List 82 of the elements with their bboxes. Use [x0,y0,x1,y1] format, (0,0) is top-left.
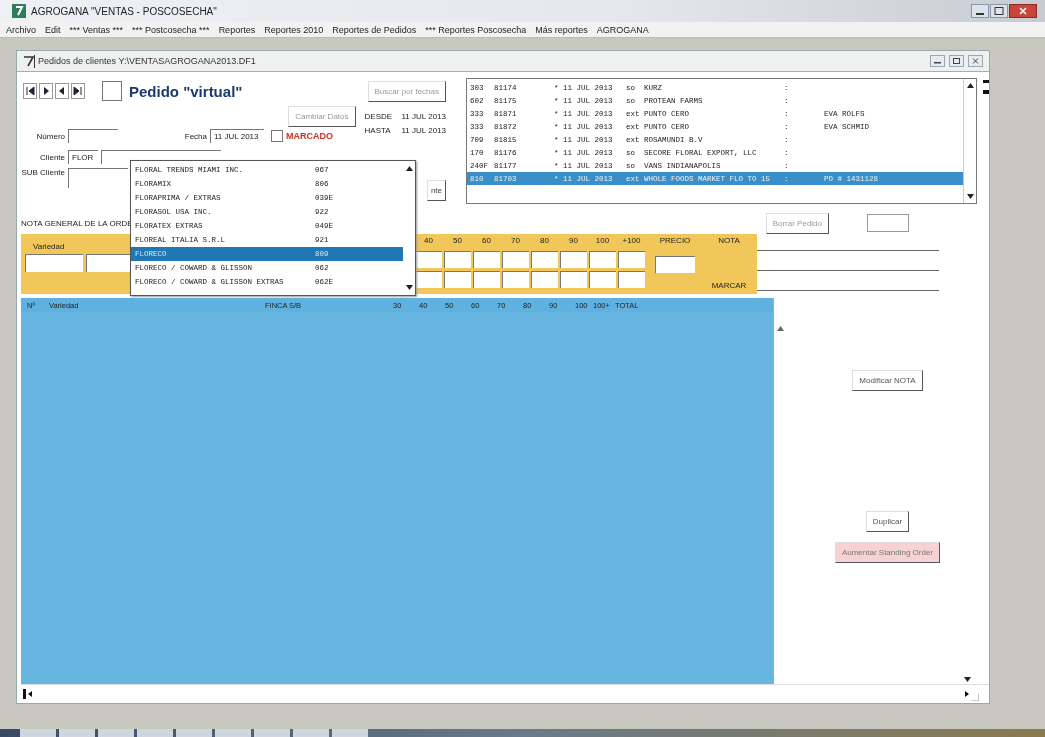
menu-item[interactable]: Más reportes [535,24,588,35]
menu-item[interactable]: Reportes [218,24,256,35]
quantity-field[interactable] [415,251,442,268]
quantity-field[interactable] [502,251,529,268]
label: Variedad [33,242,65,251]
quantity-field[interactable] [444,271,471,288]
price-field[interactable] [655,256,695,273]
small-field[interactable] [867,214,909,232]
order-list[interactable] [466,78,977,204]
scroll-left-icon[interactable] [23,689,33,699]
side-button[interactable]: Duplicar [865,511,910,532]
quantity-field[interactable] [589,251,616,268]
label: Fecha [183,131,207,141]
quantity-field[interactable] [560,271,587,288]
variety-field[interactable] [25,254,83,272]
quantity-field[interactable] [560,251,587,268]
checkbox[interactable] [102,81,122,101]
child-window-title: Pedidos de clientes Y:\VENTASAGROGANA2013.DF1 [38,56,256,66]
side-button[interactable]: Modificar NOTA [852,370,923,391]
quantity-field[interactable] [444,251,471,268]
maximize-icon[interactable] [990,4,1008,18]
date-text: 11 JUL 2013 [401,111,446,121]
sub-client-field[interactable] [68,168,128,188]
label: 60 [482,236,491,247]
label: 90 [569,236,578,247]
label: +100 [622,236,641,247]
label: DESDE [364,111,394,121]
label: 50 [453,236,462,247]
scroll-down-icon[interactable] [963,675,972,684]
menu-item[interactable]: Edit [45,24,61,35]
label: HASTA [364,126,392,135]
label: SUB Cliente [21,168,65,177]
client-dropdown-list[interactable] [130,160,416,296]
quantity-field[interactable] [618,271,645,288]
scroll-up-icon[interactable] [404,164,414,173]
client-code-field[interactable]: FLOR [68,150,98,164]
marked-label: MARCADO [286,131,333,141]
label: 70 [511,236,520,247]
previous-record-icon[interactable] [55,83,69,99]
scroll-down-icon[interactable] [404,283,414,292]
menu-item[interactable]: *** Postcosecha *** [132,24,210,35]
label: Cliente [39,152,65,162]
minimize-icon[interactable] [930,55,945,67]
virtual-order-label: Pedido "virtual" [129,82,243,100]
quantity-field[interactable] [415,271,442,288]
label: Número [35,131,65,141]
menu-item[interactable]: Reportes 2010 [264,24,324,35]
label: 100 [595,236,610,247]
quantity-field[interactable] [589,271,616,288]
quantity-field[interactable] [531,271,558,288]
menu-item[interactable]: Archivo [6,24,36,35]
minimize-icon[interactable] [971,4,989,18]
label: MARCAR [711,281,747,290]
menu-item[interactable]: AGROGANA [596,24,649,35]
date-field[interactable]: 11 JUL 2013 [210,129,264,143]
scroll-up-icon[interactable] [965,81,975,90]
first-record-icon[interactable] [23,83,37,99]
date-text: 11 JUL 2013 [401,126,446,135]
window-title: AGROGANA "VENTAS - POSCOSECHA" [31,5,217,17]
last-record-icon[interactable] [71,83,85,99]
quantity-field[interactable] [618,251,645,268]
quantity-field[interactable] [531,251,558,268]
horizontal-scrollbar[interactable] [21,684,989,703]
checkbox[interactable] [271,130,283,142]
quantity-field[interactable] [473,251,500,268]
menu-item[interactable]: *** Ventas *** [69,24,124,35]
label: NOTA [718,236,740,245]
client-button[interactable]: nte [426,180,446,201]
restore-icon[interactable] [949,55,964,67]
quantity-field[interactable] [502,271,529,288]
quantity-field[interactable] [473,271,500,288]
label: 80 [540,236,549,247]
menu-item[interactable]: Reportes de Pedidos [332,24,417,35]
next-record-icon[interactable] [39,83,53,99]
scroll-down-icon[interactable] [965,192,975,201]
label: PRECIO [659,236,691,247]
label: 40 [424,236,433,247]
app-icon[interactable] [12,4,26,18]
menu-item[interactable]: *** Reportes Poscosecha [425,24,527,35]
app-icon[interactable] [23,54,35,68]
scroll-thumb-icon[interactable] [983,80,989,94]
close-icon[interactable] [1009,4,1037,18]
